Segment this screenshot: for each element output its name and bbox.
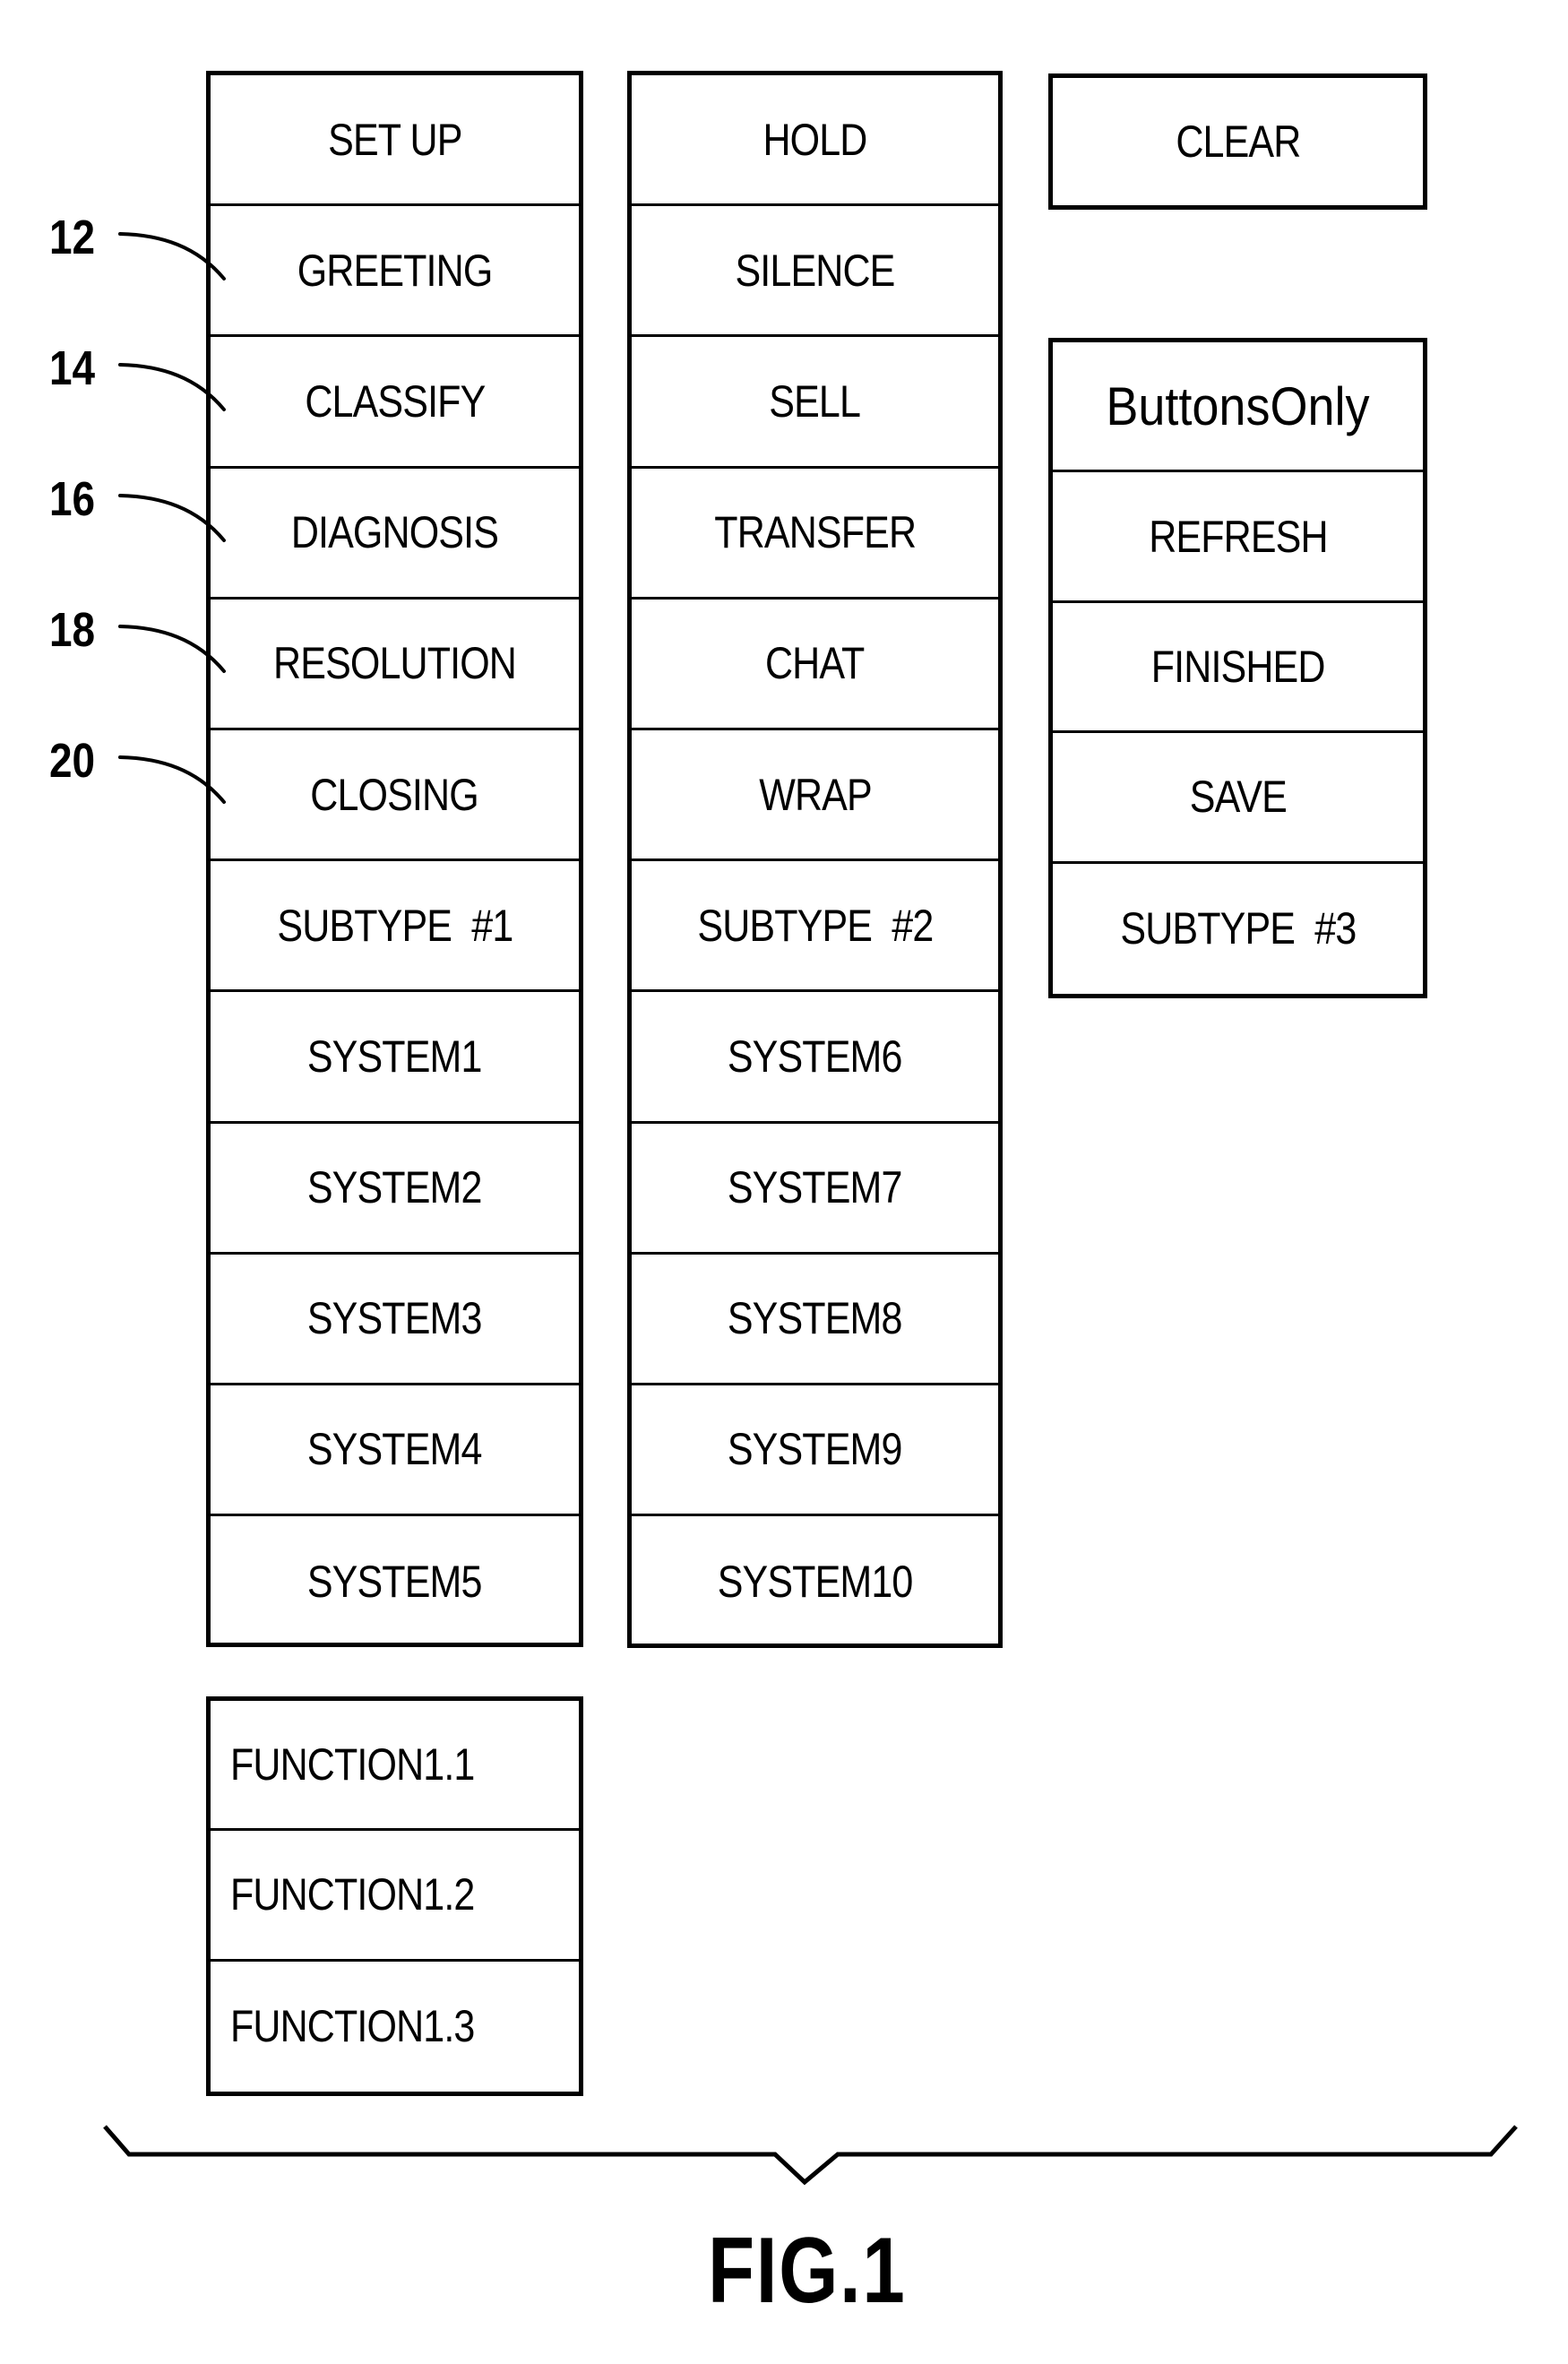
button-label: ButtonsOnly (1106, 375, 1370, 436)
callout-label-12: 12 (49, 211, 96, 264)
figure-caption: FIG.1 (708, 2219, 907, 2323)
button-label: SYSTEM10 (717, 1557, 914, 1608)
button-label: SYSTEM6 (728, 1031, 903, 1082)
silence-button[interactable]: SILENCE (632, 206, 998, 338)
button-label: SYSTEM4 (307, 1424, 483, 1475)
system7-button[interactable]: SYSTEM7 (632, 1124, 998, 1255)
greeting-button[interactable]: GREETING (211, 206, 579, 338)
resolution-button[interactable]: RESOLUTION (211, 600, 579, 730)
button-label: FUNCTION1.1 (230, 1739, 475, 1790)
button-label: RESOLUTION (273, 638, 517, 689)
button-label: SELL (769, 375, 862, 427)
control-button-panel: ButtonsOnly REFRESH FINISHED SAVE SUBTYP… (1048, 338, 1427, 998)
function-1-3-button[interactable]: FUNCTION1.3 (211, 1962, 579, 2092)
refresh-button[interactable]: REFRESH (1053, 472, 1423, 603)
function-1-2-button[interactable]: FUNCTION1.2 (211, 1831, 579, 1962)
button-label: SAVE (1189, 772, 1287, 823)
function-1-1-button[interactable]: FUNCTION1.1 (211, 1701, 579, 1832)
system2-button[interactable]: SYSTEM2 (211, 1124, 579, 1255)
sell-button[interactable]: SELL (632, 337, 998, 469)
button-label: CLASSIFY (304, 375, 486, 427)
wrap-button[interactable]: WRAP (632, 730, 998, 862)
button-label: FINISHED (1150, 641, 1326, 692)
finished-button[interactable]: FINISHED (1053, 603, 1423, 734)
button-label: CLOSING (310, 769, 479, 820)
callout-label-16: 16 (49, 472, 96, 526)
grouping-brace (103, 2125, 1518, 2186)
button-label: SUBTYPE #3 (1119, 903, 1357, 954)
button-label: DIAGNOSIS (290, 507, 499, 558)
button-label: CHAT (765, 638, 865, 689)
system6-button[interactable]: SYSTEM6 (632, 992, 998, 1124)
button-label: SUBTYPE #1 (276, 900, 513, 951)
button-label: FUNCTION1.3 (230, 2001, 475, 2052)
system8-button[interactable]: SYSTEM8 (632, 1255, 998, 1385)
diagnosis-button[interactable]: DIAGNOSIS (211, 469, 579, 600)
button-label: HOLD (762, 114, 867, 165)
button-label: SYSTEM7 (728, 1162, 903, 1213)
button-label: SET UP (327, 114, 462, 165)
callout-label-20: 20 (49, 734, 96, 788)
button-label: SUBTYPE #2 (696, 900, 934, 951)
setup-button[interactable]: SET UP (211, 75, 579, 207)
button-label: SYSTEM2 (307, 1162, 483, 1213)
callout-label-14: 14 (49, 341, 96, 395)
button-label: CLEAR (1175, 116, 1301, 167)
system9-button[interactable]: SYSTEM9 (632, 1385, 998, 1517)
system3-button[interactable]: SYSTEM3 (211, 1255, 579, 1385)
action-button-panel: HOLD SILENCE SELL TRANSFER CHAT WRAP SUB… (627, 71, 1003, 1648)
system10-button[interactable]: SYSTEM10 (632, 1516, 998, 1647)
closing-button[interactable]: CLOSING (211, 730, 579, 862)
subtype-1-button[interactable]: SUBTYPE #1 (211, 861, 579, 993)
transfer-button[interactable]: TRANSFER (632, 469, 998, 600)
button-label: SYSTEM3 (307, 1293, 483, 1344)
subtype-2-button[interactable]: SUBTYPE #2 (632, 861, 998, 993)
function-button-panel: FUNCTION1.1 FUNCTION1.2 FUNCTION1.3 (206, 1696, 583, 2096)
button-label: FUNCTION1.2 (230, 1869, 475, 1920)
callout-label-18: 18 (49, 603, 96, 657)
button-label: SILENCE (735, 245, 896, 296)
phase-button-panel: SET UP GREETING CLASSIFY DIAGNOSIS RESOL… (206, 71, 583, 1647)
system5-button[interactable]: SYSTEM5 (211, 1516, 579, 1647)
button-label: SYSTEM1 (307, 1031, 483, 1082)
button-label: SYSTEM5 (307, 1557, 483, 1608)
system1-button[interactable]: SYSTEM1 (211, 992, 579, 1124)
button-label: GREETING (297, 245, 494, 296)
button-label: WRAP (758, 769, 872, 820)
clear-button[interactable]: CLEAR (1053, 78, 1423, 205)
save-button[interactable]: SAVE (1053, 733, 1423, 864)
button-label: SYSTEM9 (728, 1424, 903, 1475)
hold-button[interactable]: HOLD (632, 75, 998, 207)
chat-button[interactable]: CHAT (632, 600, 998, 730)
button-label: SYSTEM8 (728, 1293, 903, 1344)
subtype-3-button[interactable]: SUBTYPE #3 (1053, 864, 1423, 994)
classify-button[interactable]: CLASSIFY (211, 337, 579, 469)
buttons-only-button[interactable]: ButtonsOnly (1053, 342, 1423, 473)
button-label: TRANSFER (714, 507, 917, 558)
system4-button[interactable]: SYSTEM4 (211, 1385, 579, 1517)
button-label: REFRESH (1148, 511, 1328, 562)
clear-panel: CLEAR (1048, 73, 1427, 210)
